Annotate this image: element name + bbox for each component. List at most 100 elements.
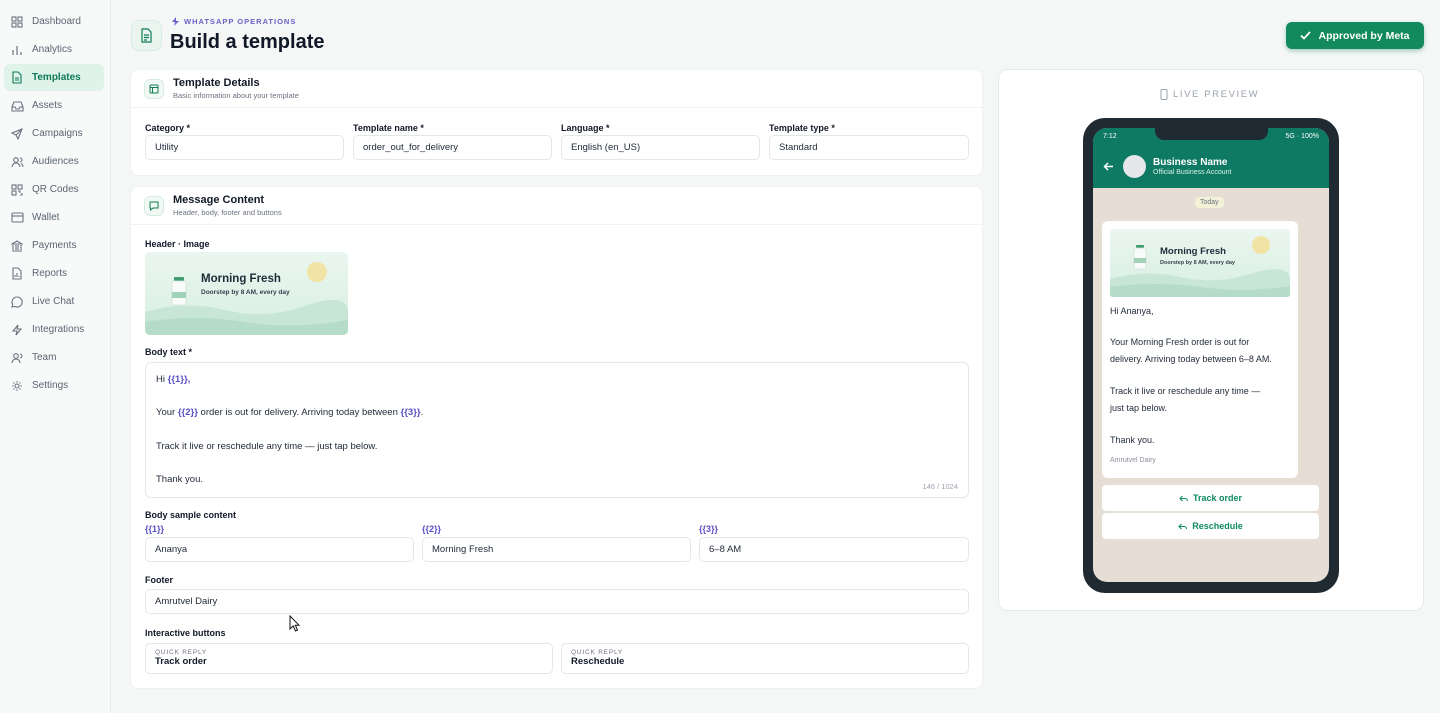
footer-label: Footer: [145, 575, 173, 585]
sidebar-item-label: Payments: [32, 240, 77, 251]
preview-header-image: Morning Fresh Doorstep by 8 AM, every da…: [1110, 229, 1290, 297]
sidebar-item-label: Dashboard: [32, 16, 81, 27]
status-time: 7:12: [1103, 133, 1117, 140]
sample-input-3[interactable]: 6–8 AM: [699, 537, 969, 562]
body-line-3: Track it live or reschedule any time — j…: [156, 441, 378, 452]
sidebar-item-settings[interactable]: Settings: [4, 372, 104, 399]
sidebar-item-label: Campaigns: [32, 128, 83, 139]
variable-token: {{2}}: [177, 407, 198, 418]
date-chip: Today: [1195, 197, 1224, 208]
button-label: Reschedule: [1192, 521, 1243, 531]
sample-input-2[interactable]: Morning Fresh: [422, 537, 691, 562]
card-header: Message Content Header, body, footer and…: [131, 187, 982, 225]
sidebar-item-campaigns[interactable]: Campaigns: [4, 120, 104, 147]
sidebar-item-label: QR Codes: [32, 184, 79, 195]
preview-line: Track it live or reschedule any time —: [1110, 386, 1261, 396]
page-kicker: WHATSAPP OPERATIONS: [172, 17, 296, 26]
sidebar-item-label: Wallet: [32, 212, 60, 223]
char-counter: 146 / 1024: [922, 482, 958, 491]
users-icon: [10, 155, 24, 169]
card-title: Template Details: [173, 77, 260, 89]
document-icon: [10, 71, 24, 85]
button-label: Track order: [155, 656, 207, 667]
sidebar-item-dashboard[interactable]: Dashboard: [4, 8, 104, 35]
preview-track-order-button[interactable]: Track order: [1102, 485, 1319, 511]
sidebar-item-audiences[interactable]: Audiences: [4, 148, 104, 175]
sidebar-item-label: Reports: [32, 268, 68, 279]
bank-icon: [10, 239, 24, 253]
avatar: [1123, 155, 1146, 178]
team-icon: [10, 351, 24, 365]
category-label: Category *: [145, 123, 191, 133]
back-arrow-icon[interactable]: [1103, 162, 1114, 171]
template-document-icon: [131, 20, 162, 51]
card-header: Template Details Basic information about…: [131, 70, 982, 108]
sidebar: Dashboard Analytics Templates Assets Cam…: [0, 0, 111, 713]
sample-var-1: {{1}}: [145, 524, 165, 534]
status-network: 5G · 100%: [1285, 133, 1319, 140]
header-image[interactable]: Morning Fresh Doorstep by 8 AM, every da…: [145, 252, 348, 335]
message-bubble: Morning Fresh Doorstep by 8 AM, every da…: [1102, 221, 1298, 478]
language-label: Language *: [561, 123, 610, 133]
sidebar-item-reports[interactable]: Reports: [4, 260, 104, 287]
button-label: Track order: [1192, 493, 1243, 503]
preview-reschedule-button[interactable]: Reschedule: [1102, 513, 1319, 539]
sidebar-item-label: Integrations: [32, 324, 85, 335]
button-label: Reschedule: [571, 656, 625, 667]
page-title: Build a template: [170, 31, 325, 53]
card-subtitle: Basic information about your template: [173, 91, 299, 100]
card-title: Message Content: [173, 194, 265, 206]
card-icon: [10, 211, 24, 225]
image-title: Morning Fresh: [1160, 246, 1226, 257]
sidebar-item-templates[interactable]: Templates: [4, 64, 104, 91]
body-line-2: Your {{2}} order is out for delivery. Ar…: [156, 407, 424, 418]
phone-screen: 7:12 5G · 100% Business Name Official Bu…: [1093, 128, 1329, 582]
approved-by-meta-button[interactable]: Approved by Meta: [1286, 22, 1424, 49]
sidebar-item-label: Live Chat: [32, 296, 75, 307]
reply-icon: [1179, 495, 1188, 501]
quick-reply-reschedule[interactable]: QUICK REPLY Reschedule: [561, 643, 969, 674]
preview-line: Your Morning Fresh order is out for: [1110, 337, 1250, 347]
template-type-select[interactable]: Standard: [769, 135, 969, 160]
live-preview-text: LIVE PREVIEW: [1173, 89, 1260, 100]
sidebar-item-team[interactable]: Team: [4, 344, 104, 371]
sidebar-item-live-chat[interactable]: Live Chat: [4, 288, 104, 315]
quick-reply-track-order[interactable]: QUICK REPLY Track order: [145, 643, 553, 674]
body-textarea[interactable]: Hi {{1}}, Your {{2}} order is out for de…: [145, 362, 969, 498]
body-text-label: Body text *: [145, 347, 193, 357]
image-title: Morning Fresh: [201, 273, 281, 285]
preview-line: just tap below.: [1110, 403, 1168, 413]
sidebar-item-wallet[interactable]: Wallet: [4, 204, 104, 231]
category-select[interactable]: Utility: [145, 135, 344, 160]
preview-line: delivery. Arriving today between 6–8 AM.: [1110, 354, 1272, 364]
sidebar-item-assets[interactable]: Assets: [4, 92, 104, 119]
sidebar-item-analytics[interactable]: Analytics: [4, 36, 104, 63]
bar-chart-icon: [10, 43, 24, 57]
variable-token: {{1}}: [167, 374, 188, 385]
approved-label: Approved by Meta: [1318, 29, 1410, 42]
sidebar-item-payments[interactable]: Payments: [4, 232, 104, 259]
sidebar-item-label: Analytics: [32, 44, 73, 55]
sidebar-item-label: Settings: [32, 380, 69, 391]
language-select[interactable]: English (en_US): [561, 135, 760, 160]
body-line-1: Hi {{1}},: [156, 374, 191, 385]
bolt-icon: [172, 17, 179, 26]
variable-token: {{3}}: [400, 407, 421, 418]
live-preview-label: LIVE PREVIEW: [1160, 89, 1259, 100]
sidebar-item-integrations[interactable]: Integrations: [4, 316, 104, 343]
template-name-input[interactable]: order_out_for_delivery: [353, 135, 552, 160]
report-icon: [10, 267, 24, 281]
sample-var-3: {{3}}: [699, 524, 719, 534]
message-icon: [144, 195, 164, 216]
sample-input-1[interactable]: Ananya: [145, 537, 414, 562]
template-type-label: Template type *: [769, 123, 835, 133]
footer-input[interactable]: Amrutvel Dairy: [145, 589, 969, 614]
preview-greeting: Hi Ananya,: [1110, 306, 1154, 316]
card-subtitle: Header, body, footer and buttons: [173, 208, 282, 217]
body-line-4: Thank you.: [156, 474, 203, 485]
sidebar-item-qr-codes[interactable]: QR Codes: [4, 176, 104, 203]
qr-icon: [10, 183, 24, 197]
body-sample-label: Body sample content: [145, 510, 237, 520]
preview-thanks: Thank you.: [1110, 435, 1155, 445]
inbox-icon: [10, 99, 24, 113]
